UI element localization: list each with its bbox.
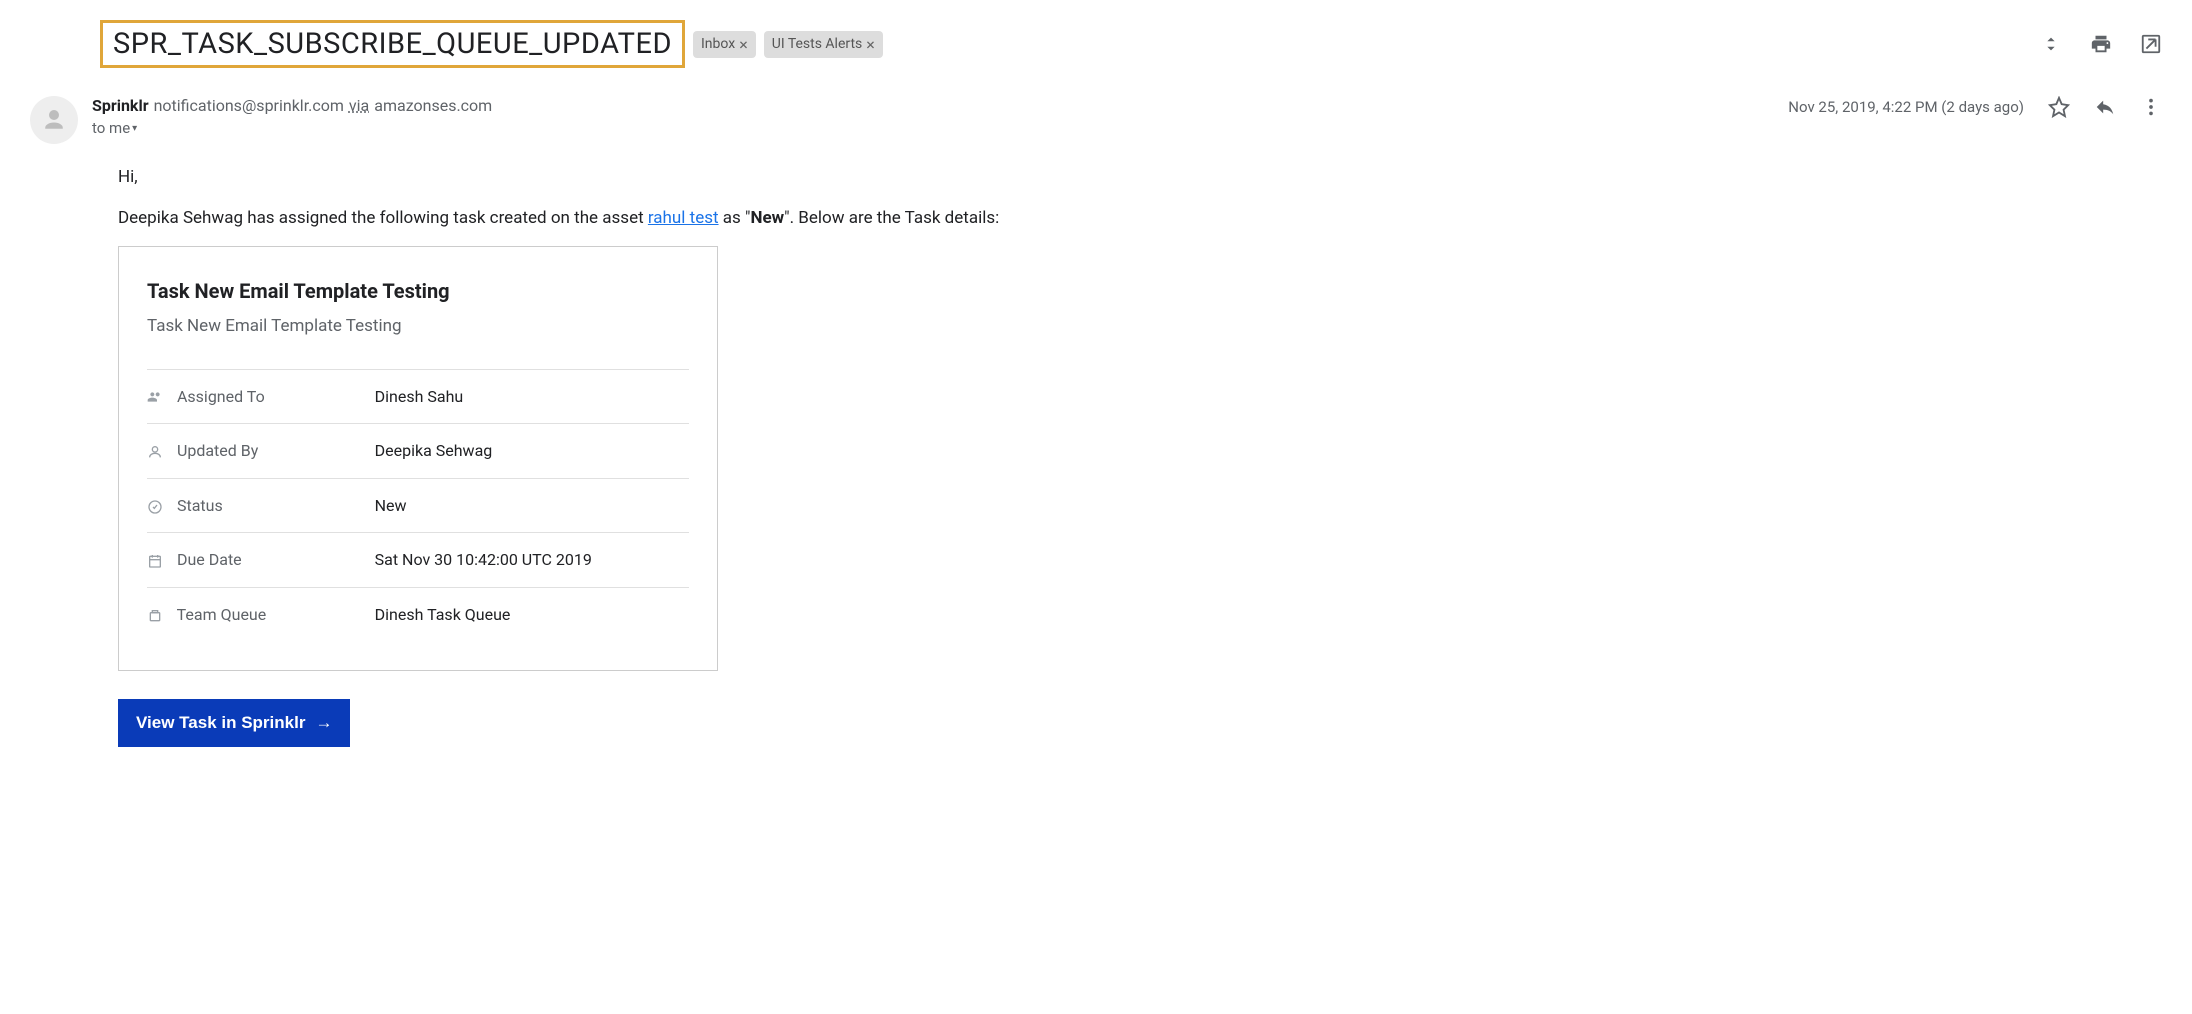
via-label: via [349, 96, 369, 115]
task-subtitle: Task New Email Template Testing [147, 313, 689, 340]
meta-row: Sprinklr notifications@sprinklr.com via … [30, 96, 2162, 144]
task-table: Assigned To Dinesh Sahu Updated By Deepi… [147, 369, 689, 642]
intro-post: ". Below are the Task details: [784, 208, 999, 228]
from-line: Sprinklr notifications@sprinklr.com via … [92, 96, 1774, 115]
greeting: Hi, [118, 164, 2162, 191]
row-label: Updated By [177, 441, 258, 460]
row-value: Deepika Sehwag [375, 424, 689, 479]
row-value: New [375, 478, 689, 533]
close-icon[interactable]: × [866, 35, 875, 54]
table-row: Due Date Sat Nov 30 10:42:00 UTC 2019 [147, 533, 689, 588]
sender-name: Sprinklr [92, 96, 149, 115]
email-header-row: SPR_TASK_SUBSCRIBE_QUEUE_UPDATED Inbox ×… [100, 20, 2162, 68]
avatar[interactable] [30, 96, 78, 144]
label-text: Inbox [701, 36, 735, 52]
close-icon[interactable]: × [739, 35, 748, 54]
more-icon[interactable] [2140, 96, 2162, 118]
row-label: Assigned To [177, 387, 265, 406]
row-label: Team Queue [177, 605, 267, 624]
sender-email: notifications@sprinklr.com [154, 96, 344, 115]
person-icon [147, 444, 165, 460]
star-icon[interactable] [2048, 96, 2070, 118]
intro-mid: as " [719, 208, 751, 228]
print-icon[interactable] [2090, 33, 2112, 55]
reply-icon[interactable] [2094, 96, 2116, 118]
timestamp: Nov 25, 2019, 4:22 PM (2 days ago) [1788, 98, 2024, 116]
arrow-right-icon: → [315, 713, 332, 733]
table-row: Team Queue Dinesh Task Queue [147, 587, 689, 641]
status-bold: New [750, 208, 784, 228]
status-icon [147, 499, 165, 515]
chevron-down-icon[interactable]: ▾ [132, 123, 137, 134]
table-row: Status New [147, 478, 689, 533]
intro-line: Deepika Sehwag has assigned the followin… [118, 205, 2162, 232]
email-body: Hi, Deepika Sehwag has assigned the foll… [118, 164, 2162, 747]
calendar-icon [147, 553, 165, 569]
people-icon [147, 389, 165, 405]
task-title: Task New Email Template Testing [147, 275, 689, 307]
label-ui-tests-alerts[interactable]: UI Tests Alerts × [764, 31, 883, 58]
table-row: Updated By Deepika Sehwag [147, 424, 689, 479]
meta-right: Nov 25, 2019, 4:22 PM (2 days ago) [1788, 96, 2162, 118]
row-value: Dinesh Task Queue [375, 587, 689, 641]
popout-icon[interactable] [2140, 33, 2162, 55]
via-domain: amazonses.com [374, 96, 492, 115]
row-value: Sat Nov 30 10:42:00 UTC 2019 [375, 533, 689, 588]
cta-label: View Task in Sprinklr [136, 713, 305, 733]
row-label: Status [177, 496, 223, 515]
row-value: Dinesh Sahu [375, 369, 689, 424]
task-card: Task New Email Template Testing Task New… [118, 246, 718, 670]
from-column: Sprinklr notifications@sprinklr.com via … [92, 96, 1774, 137]
label-inbox[interactable]: Inbox × [693, 31, 756, 58]
subject-highlighted: SPR_TASK_SUBSCRIBE_QUEUE_UPDATED [100, 20, 685, 68]
row-label: Due Date [177, 550, 242, 569]
expand-collapse-icon[interactable] [2040, 33, 2062, 55]
label-text: UI Tests Alerts [772, 36, 863, 52]
queue-icon [147, 608, 165, 624]
header-actions [2040, 33, 2162, 55]
table-row: Assigned To Dinesh Sahu [147, 369, 689, 424]
to-text: to me [92, 119, 130, 137]
asset-link[interactable]: rahul test [648, 208, 719, 228]
intro-pre: Deepika Sehwag has assigned the followin… [118, 208, 648, 228]
to-line[interactable]: to me ▾ [92, 119, 1774, 137]
view-task-button[interactable]: View Task in Sprinklr → [118, 699, 350, 747]
